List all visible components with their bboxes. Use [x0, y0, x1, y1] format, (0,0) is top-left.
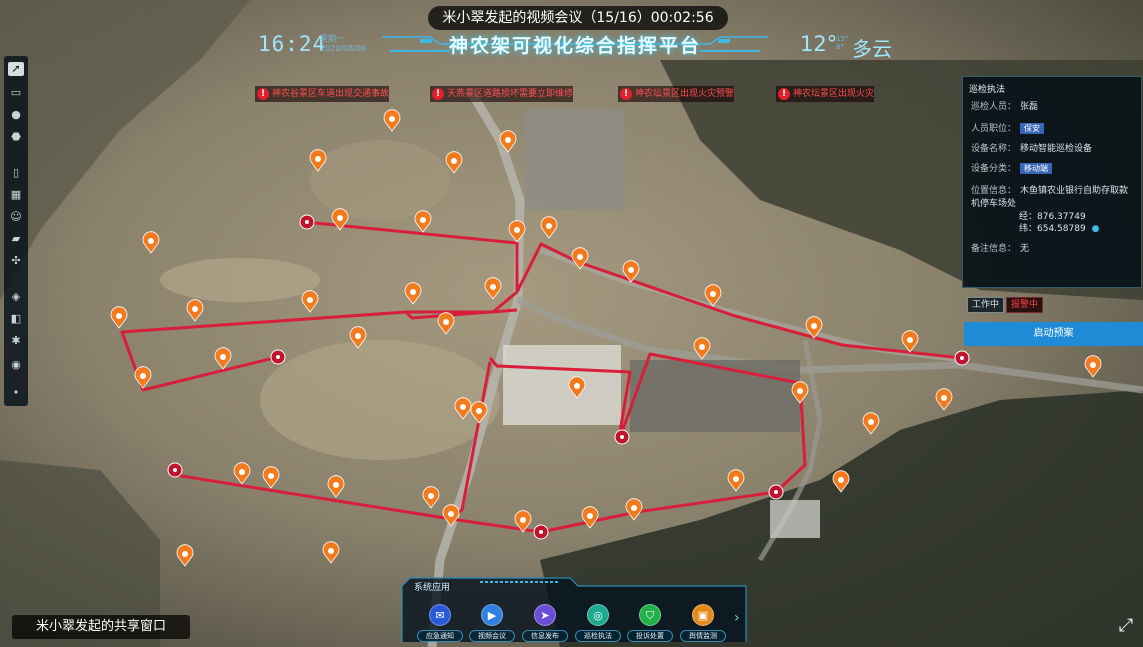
- app-video-meeting[interactable]: ▶ 视频会议: [469, 604, 515, 642]
- row-value: 纬：654.58789: [1019, 224, 1086, 234]
- row-value: 无: [1020, 244, 1030, 254]
- category-tag: 移动端: [1020, 163, 1053, 174]
- incident-marker-icon[interactable]: [768, 484, 784, 500]
- panel-row-position: 人员职位： 保安: [971, 121, 1045, 134]
- incident-marker-icon[interactable]: [167, 462, 183, 478]
- panel-row-remark: 备注信息：无: [971, 241, 1029, 254]
- app-complaint[interactable]: ⛉ 投诉处置: [627, 604, 673, 642]
- row-label: 设备名称：: [971, 144, 1017, 154]
- field-area: [310, 140, 450, 220]
- page-title: 神农架可视化综合指挥平台: [448, 35, 701, 57]
- alert-item[interactable]: ! 神农谷景区车道出现交通事故: [255, 86, 390, 102]
- stage: 米小翠发起的视频会议（15/16）00:02:56 16:24 星期一 2020…: [0, 0, 1143, 647]
- app-label: 舆情监测: [680, 630, 726, 642]
- status-alarm-badge: 报警中: [1006, 297, 1044, 313]
- target-icon[interactable]: •: [8, 386, 24, 400]
- layers-icon[interactable]: ◈: [8, 290, 24, 304]
- weather-text: 多云: [852, 37, 892, 61]
- polygon-icon[interactable]: ⬣: [8, 130, 24, 144]
- send-icon: ➤: [534, 604, 556, 626]
- row-value: 张磊: [1020, 102, 1039, 112]
- row-label: 巡检人员：: [971, 102, 1017, 112]
- location-dot-icon[interactable]: ●: [1092, 224, 1100, 234]
- alert-icon: !: [778, 88, 790, 100]
- people-icon[interactable]: ☺: [8, 210, 24, 224]
- chevron-right-icon[interactable]: ›: [734, 610, 740, 626]
- notify-icon: ✉: [429, 604, 451, 626]
- launch-plan-button[interactable]: 启动预案: [964, 322, 1143, 346]
- alert-text: 神农谷景区车道出现交通事故: [272, 89, 390, 99]
- app-label: 视频会议: [469, 630, 515, 642]
- date-text: 星期一 2020/08/06: [320, 34, 367, 53]
- circle-icon[interactable]: ●: [8, 108, 24, 122]
- locate-icon[interactable]: ✣: [8, 254, 24, 268]
- app-label: 巡检执法: [575, 630, 621, 642]
- alert-text: 神农坛景区出现火灾: [793, 89, 875, 99]
- building-icon[interactable]: ▦: [8, 188, 24, 202]
- row-label: 备注信息：: [971, 244, 1017, 254]
- incident-marker-icon[interactable]: [954, 350, 970, 366]
- car-icon[interactable]: ▰: [8, 232, 24, 246]
- clock-time: 16:24: [258, 32, 327, 56]
- panel-title: 巡检执法: [969, 85, 1006, 95]
- header-title-frame: 神农架可视化综合指挥平台: [380, 29, 770, 59]
- monitor-icon: ▣: [692, 604, 714, 626]
- incident-marker-icon[interactable]: [614, 429, 630, 445]
- row-label: 位置信息：: [971, 186, 1017, 196]
- app-opinion-monitor[interactable]: ▣ 舆情监测: [680, 604, 726, 642]
- alert-item[interactable]: ! 神农坛景区出现火灾预警: [618, 86, 735, 102]
- app-patrol[interactable]: ◎ 巡检执法: [575, 604, 621, 642]
- status-row: 工作中 报警中: [964, 296, 1142, 314]
- meeting-status-bar[interactable]: 米小翠发起的视频会议（15/16）00:02:56: [428, 6, 728, 30]
- inspection-panel: 巡检执法 巡检人员： 张磊 人员职位： 保安 设备名称： 移动智能巡检设备 设备分类：…: [962, 76, 1142, 288]
- incident-marker-icon[interactable]: [533, 524, 549, 540]
- ruler-icon[interactable]: ▯: [8, 166, 24, 180]
- row-value: 移动智能巡检设备: [1020, 144, 1093, 154]
- building-block: [525, 110, 625, 210]
- cube-icon[interactable]: ◧: [8, 312, 24, 326]
- app-emergency-notice[interactable]: ✉ 应急通知: [417, 604, 463, 642]
- left-toolbar: ➚ ▭ ● ⬣ ▯ ▦ ☺ ▰ ✣ ◈ ◧ ✱ ◉ •: [4, 56, 28, 406]
- incident-marker-icon[interactable]: [270, 349, 286, 365]
- plaza: [503, 345, 621, 425]
- row-label: 设备分类：: [971, 164, 1017, 174]
- shield-icon: ⛉: [639, 604, 661, 626]
- building-south: [770, 500, 820, 538]
- fullscreen-icon[interactable]: ⤢: [1114, 614, 1138, 638]
- alert-text: 天燕景区道路损坏需要立即维修: [447, 89, 574, 99]
- signal-icon[interactable]: ◉: [8, 358, 24, 372]
- panel-row-device: 设备名称： 移动智能巡检设备: [971, 141, 1092, 154]
- terrace-area: [160, 258, 320, 302]
- row-label: 人员职位：: [971, 124, 1017, 134]
- rectangle-icon[interactable]: ▭: [8, 86, 24, 100]
- role-tag: 保安: [1020, 123, 1045, 134]
- alert-icon: !: [432, 88, 444, 100]
- app-info-publish[interactable]: ➤ 信息发布: [522, 604, 568, 642]
- status-working-badge: 工作中: [967, 297, 1005, 313]
- temperature: 12°: [800, 32, 838, 56]
- parking-lot: [630, 360, 800, 432]
- alert-icon: !: [257, 88, 269, 100]
- pointer-icon[interactable]: ➚: [8, 62, 24, 76]
- panel-row-location: 位置信息： 木鱼镇农业银行自助存取款机停车场处: [971, 183, 1131, 209]
- dock-title: 系统应用: [414, 583, 451, 593]
- alert-text: 神农坛景区出现火灾预警: [635, 89, 735, 99]
- share-window-label[interactable]: 米小翠发起的共享窗口: [12, 615, 190, 639]
- panel-row-latitude: 纬：654.58789 ●: [1015, 221, 1100, 234]
- alert-item[interactable]: ! 神农坛景区出现火灾: [776, 86, 875, 102]
- panel-row-inspector: 巡检人员： 张磊: [971, 99, 1038, 112]
- app-label: 信息发布: [522, 630, 568, 642]
- temperature-range: 15° 8°: [836, 35, 849, 51]
- incident-marker-icon[interactable]: [299, 214, 315, 230]
- camera-icon[interactable]: ✱: [8, 334, 24, 348]
- video-icon: ▶: [481, 604, 503, 626]
- panel-row-category: 设备分类： 移动端: [971, 161, 1053, 174]
- patrol-icon: ◎: [587, 604, 609, 626]
- app-label: 应急通知: [417, 630, 463, 642]
- alert-item[interactable]: ! 天燕景区道路损坏需要立即维修: [430, 86, 574, 102]
- alert-icon: !: [620, 88, 632, 100]
- app-dock: 系统应用 ✉ 应急通知 ▶ 视频会议 ➤ 信息发布 ◎ 巡检执法 ⛉ 投诉处置 ▣ 舆情监测…: [400, 576, 748, 644]
- app-label: 投诉处置: [627, 630, 673, 642]
